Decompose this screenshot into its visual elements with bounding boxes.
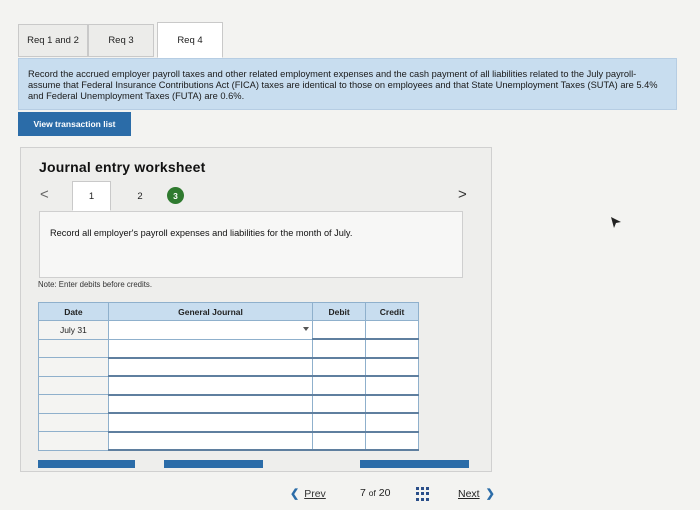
debit-input[interactable] [312, 431, 367, 451]
page-total: 20 [378, 487, 391, 499]
prev-label: Prev [304, 487, 326, 500]
chevron-down-icon[interactable] [303, 327, 310, 331]
table-row [38, 338, 419, 359]
chevron-left-icon: ❮ [290, 488, 300, 500]
debit-input[interactable] [312, 412, 367, 433]
account-select[interactable] [107, 338, 314, 359]
question-grid-icon[interactable] [416, 487, 430, 501]
account-select[interactable] [107, 431, 314, 451]
journal-entry-worksheet: Journal entry worksheet < 1 2 3 > Record… [20, 147, 492, 472]
table-row [38, 375, 419, 396]
prev-button[interactable]: ❮ Prev [290, 487, 326, 501]
column-header-general-journal: General Journal [107, 302, 314, 321]
page-current: 7 [360, 487, 366, 499]
table-row [38, 394, 419, 414]
step-instruction-text: Record all employer's payroll expenses a… [50, 228, 353, 238]
worksheet-title: Journal entry worksheet [39, 159, 206, 175]
table-row [38, 357, 419, 377]
record-entry-button[interactable] [38, 460, 135, 468]
credit-input[interactable] [365, 357, 419, 377]
general-journal-table: Date General Journal Debit Credit July 3… [38, 302, 419, 451]
table-row [38, 412, 419, 433]
instructions-text: Record the accrued employer payroll taxe… [18, 58, 677, 110]
date-cell [38, 357, 109, 377]
account-select[interactable] [107, 412, 314, 433]
credit-input[interactable] [365, 375, 419, 396]
credit-input[interactable] [365, 394, 419, 414]
chevron-right-icon: ❯ [485, 488, 495, 500]
tab-req-3[interactable]: Req 3 [88, 24, 154, 57]
clear-entry-button[interactable] [164, 460, 263, 468]
worksheet-step-2[interactable]: 2 [130, 181, 150, 211]
worksheet-prev-arrow-icon[interactable]: < [40, 186, 49, 203]
date-cell: July 31 [38, 320, 109, 340]
credit-input[interactable] [365, 338, 419, 359]
debit-input[interactable] [312, 394, 367, 414]
date-cell [38, 394, 109, 414]
column-header-date: Date [38, 302, 109, 321]
tab-req-1-and-2[interactable]: Req 1 and 2 [18, 24, 88, 57]
account-select[interactable] [107, 320, 314, 340]
debit-input[interactable] [312, 375, 367, 396]
debit-input[interactable] [312, 357, 367, 377]
credit-input[interactable] [365, 412, 419, 433]
column-header-credit: Credit [365, 302, 419, 321]
date-cell [38, 431, 109, 451]
account-select[interactable] [107, 357, 314, 377]
date-cell [38, 338, 109, 358]
debit-input[interactable] [312, 320, 367, 340]
next-button[interactable]: Next ❯ [458, 487, 495, 501]
worksheet-step-1[interactable]: 1 [72, 181, 111, 211]
date-cell [38, 412, 109, 432]
date-cell [38, 375, 109, 395]
table-row [38, 431, 419, 451]
view-transaction-list-button[interactable]: View transaction list [18, 112, 131, 136]
account-select[interactable] [107, 394, 314, 414]
column-header-debit: Debit [312, 302, 367, 321]
tab-req-4[interactable]: Req 4 [157, 22, 223, 58]
mouse-cursor-icon [611, 217, 621, 228]
worksheet-next-arrow-icon[interactable]: > [458, 186, 467, 203]
page-indicator: 7 of 20 [360, 487, 390, 499]
next-label: Next [458, 487, 480, 500]
view-general-journal-button[interactable] [360, 460, 469, 468]
worksheet-step-3[interactable]: 3 [167, 187, 184, 204]
credit-input[interactable] [365, 431, 419, 451]
step-instruction-box: Record all employer's payroll expenses a… [39, 211, 463, 278]
table-row: July 31 [38, 320, 419, 340]
debit-input[interactable] [312, 338, 367, 359]
account-select[interactable] [107, 375, 314, 396]
credit-input[interactable] [365, 320, 419, 340]
page-of: of [368, 488, 376, 498]
debits-note: Note: Enter debits before credits. [38, 280, 152, 289]
